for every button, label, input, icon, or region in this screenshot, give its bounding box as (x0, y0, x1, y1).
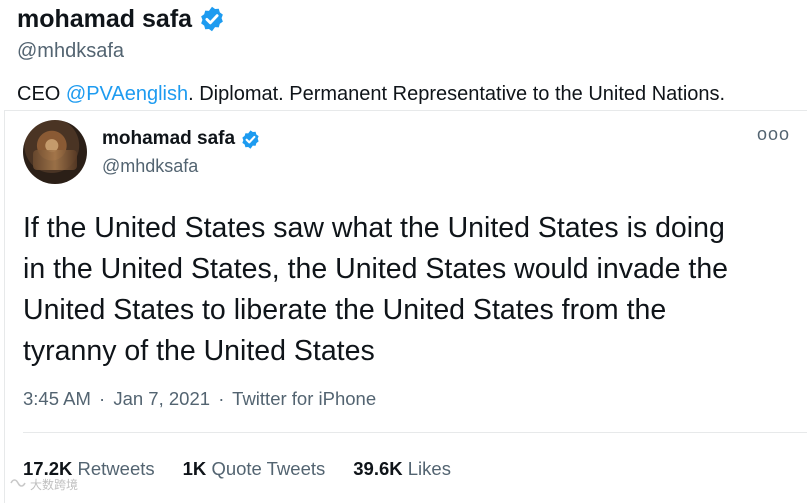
tweet-author-row: mohamad safa (102, 127, 261, 151)
meta-separator: · (99, 388, 106, 409)
quotes-count: 1K (182, 458, 207, 479)
verified-badge-icon (198, 5, 226, 33)
meta-separator: · (218, 388, 225, 409)
profile-display-name[interactable]: mohamad safa (17, 3, 192, 35)
watermark-logo-icon (10, 477, 26, 493)
retweets-label: Retweets (77, 458, 155, 479)
profile-name-row: mohamad safa (17, 3, 226, 35)
likes-label: Likes (407, 458, 451, 479)
tweet-time[interactable]: 3:45 AM (23, 388, 91, 409)
tweet-stats: 17.2K Retweets 1K Quote Tweets 39.6K Lik… (23, 457, 451, 481)
tweet-text: If the United States saw what the United… (23, 212, 729, 367)
likes-stat[interactable]: 39.6K Likes (353, 457, 451, 481)
watermark: 大数跨境 (10, 477, 78, 493)
tweet-date[interactable]: Jan 7, 2021 (113, 388, 210, 409)
tweet-author-name[interactable]: mohamad safa (102, 127, 235, 151)
tweet-source[interactable]: Twitter for iPhone (232, 388, 376, 409)
avatar[interactable] (23, 120, 87, 184)
more-options-icon[interactable]: ooo (757, 125, 790, 143)
profile-handle[interactable]: @mhdksafa (17, 38, 124, 64)
verified-badge-icon (240, 129, 261, 150)
divider (23, 432, 807, 433)
tweet-meta: 3:45 AM · Jan 7, 2021 · Twitter for iPho… (23, 387, 376, 411)
bio-mention-link[interactable]: @PVAenglish (66, 83, 188, 105)
tweet-author-handle[interactable]: @mhdksafa (102, 154, 198, 178)
quotes-label: Quote Tweets (211, 458, 326, 479)
quote-tweets-stat[interactable]: 1K Quote Tweets (183, 457, 326, 481)
bio-prefix: CEO (17, 83, 66, 105)
bio-suffix: . Diplomat. Permanent Representative to … (188, 83, 726, 105)
likes-count: 39.6K (353, 458, 403, 479)
tweet-card: mohamad safa @mhdksafa ooo If the United… (4, 110, 807, 503)
profile-bio: CEO @PVAenglish. Diplomat. Permanent Rep… (17, 81, 725, 107)
retweets-count: 17.2K (23, 458, 73, 479)
watermark-text: 大数跨境 (30, 478, 79, 492)
